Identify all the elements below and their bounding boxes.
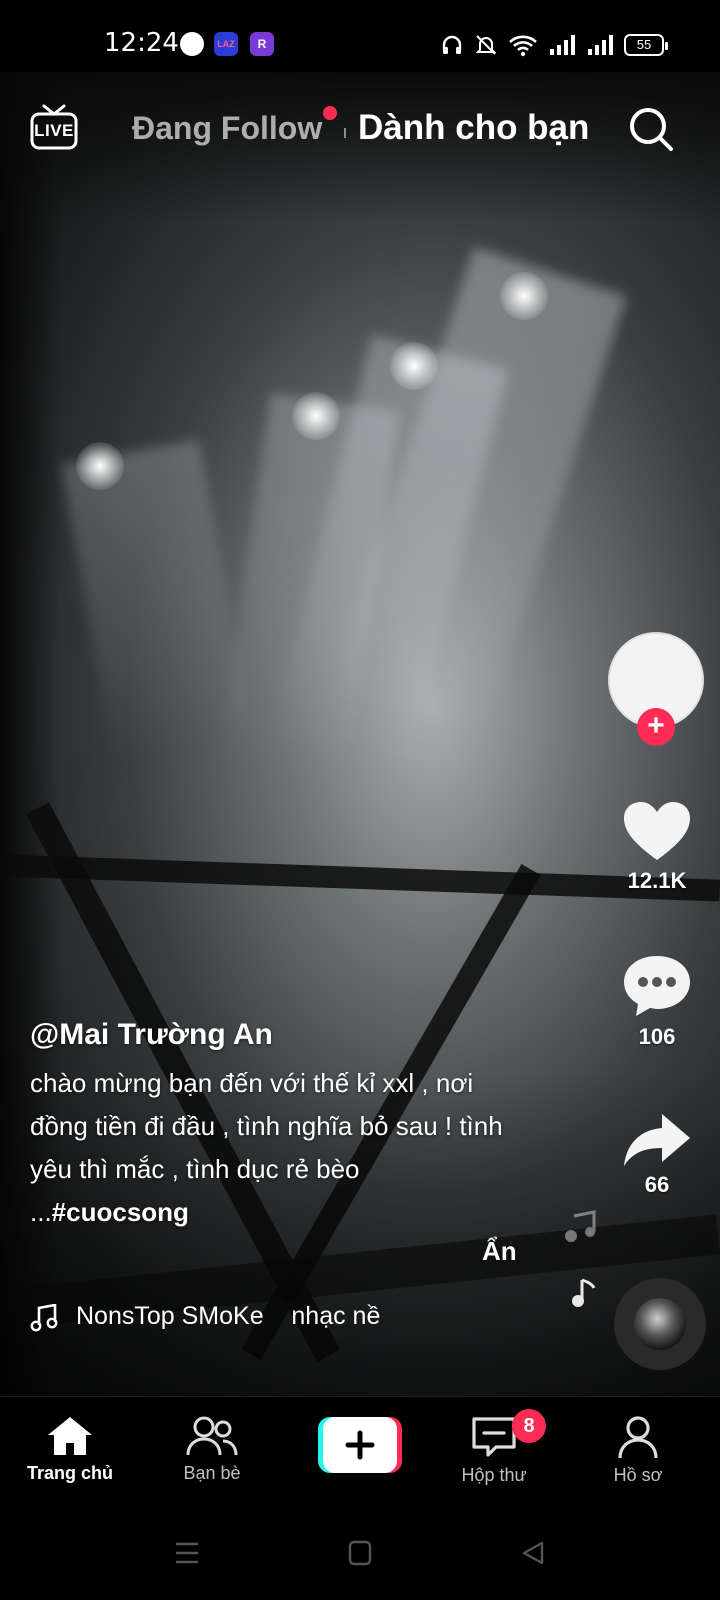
inbox-badge: 8 [512,1409,546,1443]
r-app-icon: R [250,32,274,56]
bottom-nav: Trang chủ Bạn bè Hộp thư 8 Hồ sơ [0,1396,720,1508]
following-notification-dot [323,106,337,120]
headphones-icon [442,35,462,54]
comment-button[interactable]: 106 [614,952,700,1050]
music-cover-image [634,1298,686,1350]
music-title-marquee: NonsTop SMoKe nhạc nề [76,1302,420,1336]
nav-inbox-label: Hộp thư [461,1465,527,1485]
signal-2-icon [588,35,613,55]
create-icon [318,1417,402,1473]
home-icon [48,1417,92,1455]
follow-plus-button[interactable]: + [637,708,675,746]
battery-icon: 55 [624,34,668,56]
nav-friends[interactable]: Bạn bè [152,1415,272,1484]
music-disc-button[interactable] [614,1278,706,1370]
inbox-icon [472,1417,516,1457]
live-button[interactable]: LIVE [30,104,78,150]
nav-friends-label: Bạn bè [183,1463,241,1483]
caption-hashtag[interactable]: #cuocsong [52,1197,189,1227]
music-info[interactable]: NonsTop SMoKe nhạc nề [30,1302,390,1336]
share-count: 66 [644,1172,670,1197]
system-nav-bar [0,1508,720,1600]
music-note-icon [30,1304,58,1332]
nav-home-label: Trang chủ [26,1463,113,1483]
share-arrow-icon [624,1114,690,1166]
nav-profile[interactable]: Hồ sơ [578,1415,698,1486]
chrome-icon [180,32,204,56]
music-title: NonsTop SMoKe nhạc nề [76,1302,381,1330]
mute-bell-icon [475,35,497,55]
home-square-icon[interactable] [348,1540,372,1566]
tab-divider [344,128,346,138]
status-bar: 12:24 LAZ R 55 [0,0,720,72]
comment-count: 106 [638,1024,676,1049]
nav-profile-label: Hồ sơ [613,1465,663,1485]
friends-icon [186,1416,238,1456]
creator-username[interactable]: @Mai Trường An [30,1018,273,1052]
wifi-icon [509,35,537,57]
profile-icon [618,1416,658,1459]
back-icon[interactable] [520,1540,546,1566]
status-time: 12:24 [104,28,179,58]
search-icon [630,108,673,151]
tab-for-you[interactable]: Dành cho bạn [358,108,589,148]
like-button[interactable]: 12.1K [614,800,700,894]
share-button[interactable]: 66 [614,1112,700,1198]
floating-note-icon [572,1278,596,1307]
signal-icon [550,35,575,55]
menu-icon[interactable] [174,1540,200,1566]
status-right-icons: 55 [440,30,668,60]
live-label: LIVE [34,121,74,140]
hide-caption-button[interactable]: Ẩn [482,1236,517,1267]
comment-icon [624,956,690,1016]
floating-note-icon [565,1210,596,1242]
create-button[interactable] [318,1417,402,1473]
tab-following[interactable]: Đang Follow [132,110,322,147]
lazada-icon: LAZ [214,32,238,56]
video-caption: chào mừng bạn đến với thế kỉ xxl , nơi đ… [30,1062,510,1234]
like-count: 12.1K [627,868,687,893]
search-button[interactable] [628,106,674,152]
top-bar: LIVE Đang Follow Dành cho bạn [0,90,720,170]
nav-home[interactable]: Trang chủ [10,1415,130,1484]
heart-icon [624,802,690,860]
